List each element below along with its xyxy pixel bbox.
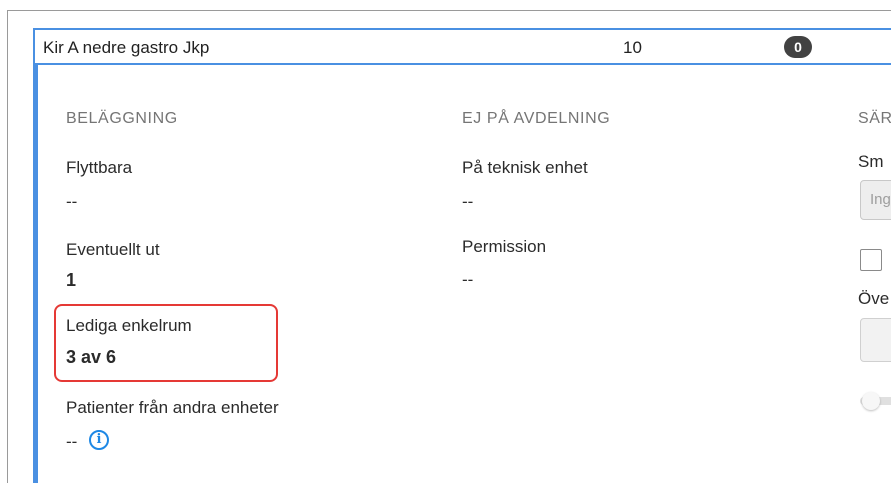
- label-permission: Permission: [462, 237, 547, 256]
- label-flyttbara: Flyttbara: [66, 158, 133, 177]
- label-eventuellt-ut: Eventuellt ut: [66, 240, 160, 259]
- info-icon[interactable]: i: [89, 430, 109, 450]
- unit-header-row[interactable]: Kir A nedre gastro Jkp 10 0: [33, 28, 891, 65]
- third-column-checkbox[interactable]: [860, 249, 882, 271]
- heading-third-column: SÄR: [858, 110, 891, 127]
- heading-belaggning: BELÄGGNING: [66, 110, 178, 127]
- third-column-input[interactable]: Ing: [860, 180, 891, 220]
- unit-count: 10: [623, 38, 642, 57]
- toggle-thumb[interactable]: [862, 392, 880, 410]
- third-column-button[interactable]: [860, 318, 891, 362]
- count-badge: 0: [784, 36, 812, 58]
- value-eventuellt-ut: 1: [66, 270, 77, 290]
- label-patienter-fran-andra-enheter: Patienter från andra enheter: [66, 398, 279, 417]
- unit-name: Kir A nedre gastro Jkp: [43, 38, 210, 57]
- frame-top-line: [7, 10, 891, 11]
- heading-ej-pa-avdelning: EJ PÅ AVDELNING: [462, 110, 611, 127]
- label-lediga-enkelrum: Lediga enkelrum: [66, 316, 192, 335]
- label-pa-teknisk-enhet: På teknisk enhet: [462, 158, 588, 177]
- input-placeholder: Ing: [870, 191, 891, 208]
- label-sm: Sm: [858, 152, 884, 171]
- value-pa-teknisk-enhet: --: [462, 192, 474, 211]
- value-patienter-fran-andra-enheter: --: [66, 432, 78, 451]
- value-flyttbara: --: [66, 192, 78, 211]
- value-permission: --: [462, 270, 474, 289]
- selected-accent-bar: [33, 65, 38, 483]
- label-ove: Öve: [858, 289, 890, 308]
- frame-left-line: [7, 10, 8, 483]
- value-lediga-enkelrum: 3 av 6: [66, 347, 117, 367]
